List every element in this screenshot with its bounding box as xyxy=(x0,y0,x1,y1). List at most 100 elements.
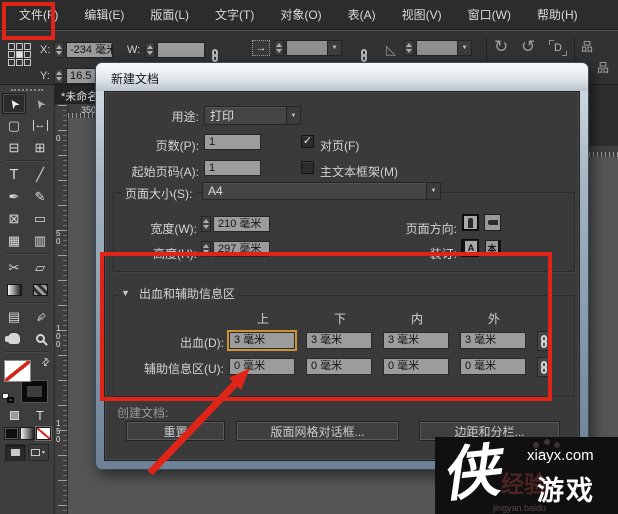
watermark: 经验 侠 xiayx.com 游戏 jingyan.baidu xyxy=(435,437,618,514)
grid-icon: ▥ xyxy=(33,232,47,248)
box-arrow-glyph: → xyxy=(255,42,267,54)
menu-view[interactable]: 视图(V) xyxy=(389,0,455,30)
menu-object[interactable]: 对象(O) xyxy=(267,0,334,30)
shear-stepper[interactable] xyxy=(404,40,414,56)
chevron-down-icon[interactable]: ▼ xyxy=(457,41,471,55)
drop-cap-icon[interactable]: D xyxy=(549,40,567,56)
line-tool[interactable]: ╱ xyxy=(28,164,52,185)
structure-icon[interactable]: 品 xyxy=(597,62,609,74)
apply-color-button[interactable] xyxy=(3,427,19,440)
rectangle-tool[interactable]: ▭ xyxy=(28,208,52,229)
text-format-icon: T xyxy=(36,408,44,423)
swap-fill-stroke-icon[interactable]: ⇄ xyxy=(39,356,53,370)
dialog-title-bar[interactable]: 新建文档 xyxy=(96,63,588,91)
page-size-label: 页面大小(S): xyxy=(121,185,197,202)
normal-view-mode-button[interactable] xyxy=(5,444,26,461)
width-stepper[interactable] xyxy=(201,216,211,232)
orientation-label: 页面方向: xyxy=(405,222,457,236)
table-tool[interactable]: ▦ xyxy=(2,230,26,251)
shear-select[interactable]: ▼ xyxy=(416,40,472,56)
gradient-feather-tool[interactable] xyxy=(28,279,52,300)
orientation-landscape-button[interactable] xyxy=(484,214,501,231)
rotate-ccw-icon[interactable]: ↺ xyxy=(521,37,535,57)
menu-edit[interactable]: 编辑(E) xyxy=(71,0,137,30)
placer-icon: ⊞ xyxy=(34,139,46,155)
start-page-input[interactable]: 1 xyxy=(204,160,261,176)
rectangle-icon: ▭ xyxy=(33,210,47,226)
y-label: Y: xyxy=(40,70,50,82)
formatting-affects-container-button[interactable] xyxy=(2,405,26,426)
orientation-portrait-button[interactable] xyxy=(462,214,479,231)
menu-table[interactable]: 表(A) xyxy=(335,0,389,30)
w-stepper[interactable] xyxy=(145,42,155,58)
indesign-window: 文件(F) 编辑(E) 版面(L) 文字(T) 对象(O) 表(A) 视图(V)… xyxy=(0,0,618,514)
master-text-frame-label: 主文本框架(M) xyxy=(320,165,398,179)
menu-window[interactable]: 窗口(W) xyxy=(455,0,524,30)
zoom-tool[interactable] xyxy=(28,328,52,349)
fill-swatch-none[interactable] xyxy=(4,360,31,382)
eyedropper-tool[interactable]: ✑ xyxy=(28,306,52,327)
free-transform-tool[interactable]: ▱ xyxy=(28,257,52,278)
hand-tool[interactable] xyxy=(2,328,26,349)
formatting-affects-text-button[interactable]: T xyxy=(28,405,52,426)
stroke-swatch[interactable] xyxy=(22,381,47,402)
normal-mode-icon xyxy=(11,449,20,456)
type-icon: T xyxy=(9,166,19,183)
page-tool[interactable]: ▢ xyxy=(2,115,26,136)
default-fill-stroke-icon[interactable] xyxy=(2,393,14,403)
content-collector-tool[interactable]: ⊟ xyxy=(2,137,26,158)
page-size-select[interactable]: A4 ▼ xyxy=(202,182,441,200)
frame-tool[interactable]: ⊠ xyxy=(2,208,26,229)
apply-gradient-button[interactable] xyxy=(19,427,35,440)
chevron-down-icon[interactable]: ▼ xyxy=(426,183,440,199)
pencil-tool[interactable]: ✎ xyxy=(28,186,52,207)
note-tool[interactable]: ▤ xyxy=(2,306,26,327)
reference-point-proxy[interactable] xyxy=(8,43,31,66)
selection-tool[interactable]: ➤ xyxy=(2,93,26,114)
document-tab[interactable]: *未命名 xyxy=(61,88,98,104)
y-stepper[interactable] xyxy=(54,68,64,84)
master-text-frame-checkbox[interactable] xyxy=(301,161,314,174)
auto-fit-icon[interactable]: → xyxy=(252,40,270,56)
preview-mode-icon xyxy=(31,449,41,456)
structure-icon[interactable]: 品 xyxy=(581,41,593,53)
content-placer-tool[interactable]: ⊞ xyxy=(28,137,52,158)
grid-tool[interactable]: ▥ xyxy=(28,230,52,251)
menu-help[interactable]: 帮助(H) xyxy=(524,0,591,30)
reset-button[interactable]: 重置 xyxy=(127,422,224,440)
preview-mode-button[interactable]: ▼ xyxy=(28,444,49,461)
tools-panel: ➤ ➤ ▢ ↔ ⊟ ⊞ T ╱ ✒ ✎ ⊠ ▭ ▦ ▥ ✂ ▱ ▤ ✑ ⇄ T … xyxy=(0,85,55,514)
x-label: X: xyxy=(40,44,51,56)
scale-x-select[interactable]: ▼ xyxy=(286,40,342,56)
pen-tool[interactable]: ✒ xyxy=(2,186,26,207)
width-input[interactable]: 210 毫米 xyxy=(213,216,270,232)
facing-pages-checkbox[interactable]: ✓ xyxy=(301,135,314,148)
chevron-down-icon[interactable]: ▼ xyxy=(327,41,341,55)
layout-grid-dialog-button[interactable]: 版面网格对话框... xyxy=(237,422,398,440)
x-input[interactable]: -234 毫米 xyxy=(66,42,113,58)
gradient-tool[interactable] xyxy=(2,279,26,300)
menu-layout[interactable]: 版面(L) xyxy=(137,0,202,30)
scale-x-stepper[interactable] xyxy=(274,40,284,56)
rotate-cw-icon[interactable]: ↻ xyxy=(494,37,508,57)
landscape-icon xyxy=(487,220,498,225)
ruler-value: 150 xyxy=(56,419,61,444)
usage-value: 打印 xyxy=(210,109,235,123)
menu-type[interactable]: 文字(T) xyxy=(202,0,267,30)
pages-input[interactable]: 1 xyxy=(204,134,261,150)
direct-selection-tool[interactable]: ➤ xyxy=(28,93,52,114)
x-stepper[interactable] xyxy=(54,42,64,58)
gap-icon: ↔ xyxy=(32,119,48,131)
watermark-character: 侠 xyxy=(437,437,503,510)
type-tool[interactable]: T xyxy=(2,164,26,185)
chevron-down-icon[interactable]: ▼ xyxy=(286,107,300,124)
shear-icon[interactable]: ◺ xyxy=(386,42,396,58)
horizontal-ruler xyxy=(589,146,618,157)
apply-none-button[interactable] xyxy=(34,426,52,441)
w-input[interactable] xyxy=(157,42,205,58)
usage-select[interactable]: 打印 ▼ xyxy=(204,106,301,125)
panel-grip[interactable] xyxy=(11,89,43,91)
scissors-tool[interactable]: ✂ xyxy=(2,257,26,278)
gap-tool[interactable]: ↔ xyxy=(28,115,52,136)
start-page-label: 起始页码(A): xyxy=(131,165,199,179)
